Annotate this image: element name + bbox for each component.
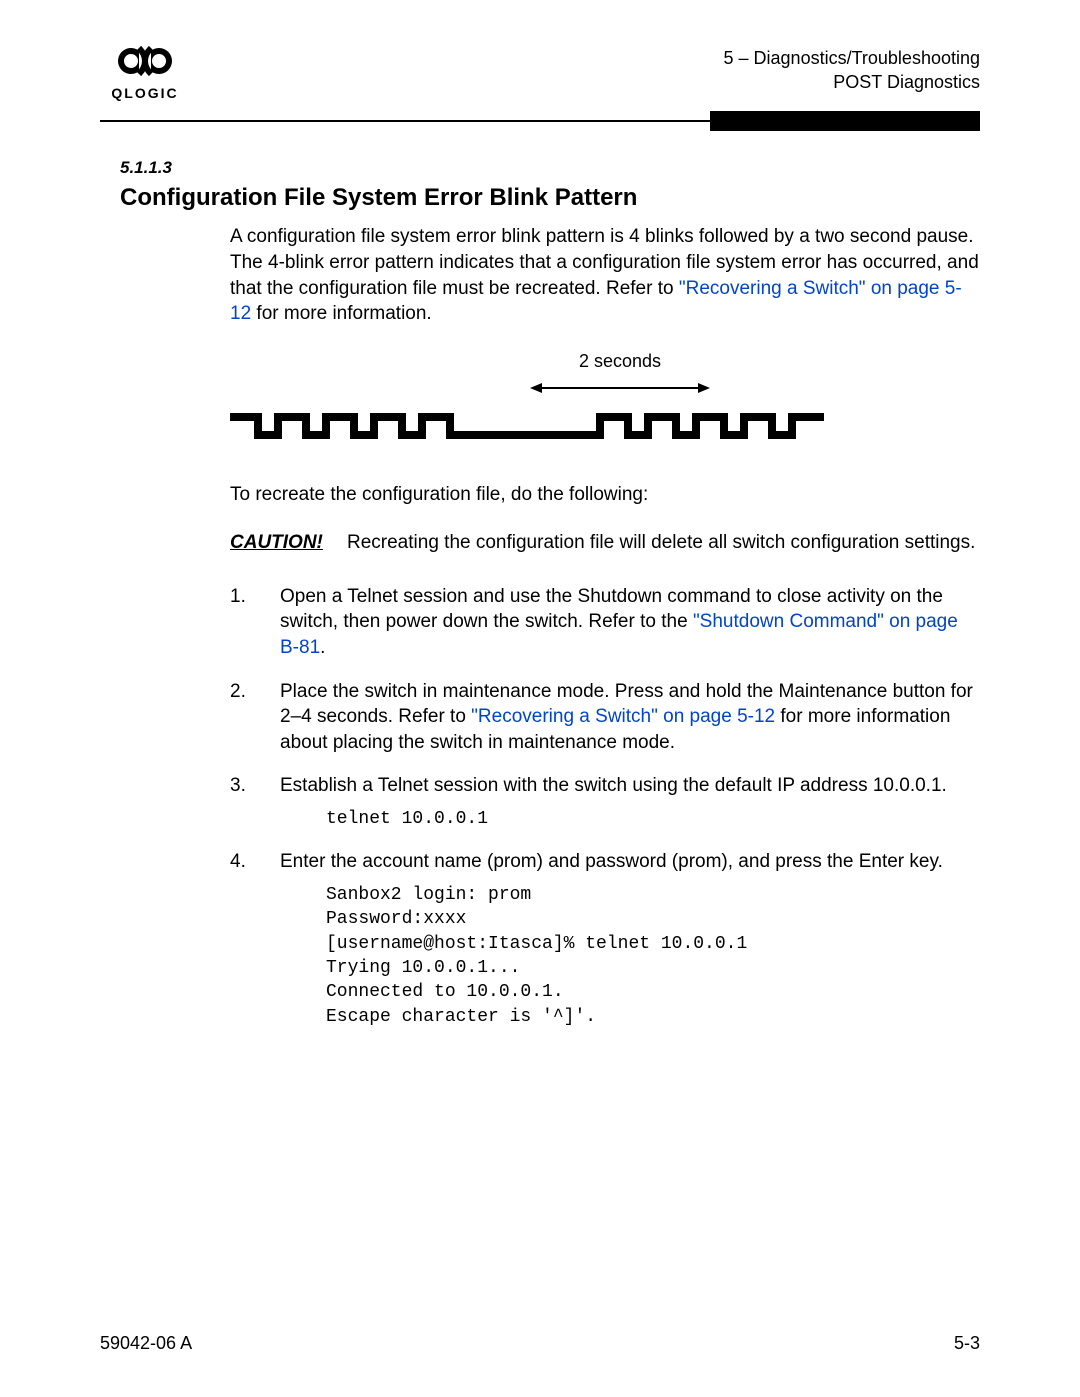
step-1: Open a Telnet session and use the Shutdo… bbox=[230, 584, 980, 661]
qlogic-logo-icon bbox=[110, 40, 180, 82]
blink-pattern-diagram: 2 seconds bbox=[230, 349, 980, 453]
header-rule bbox=[100, 111, 980, 131]
section-title: Configuration File System Error Blink Pa… bbox=[120, 182, 980, 214]
steps-list: Open a Telnet session and use the Shutdo… bbox=[230, 584, 980, 1029]
step-2: Place the switch in maintenance mode. Pr… bbox=[230, 679, 980, 756]
step-3-code: telnet 10.0.0.1 bbox=[326, 807, 980, 831]
blink-waveform-icon bbox=[230, 405, 870, 445]
diagram-label: 2 seconds bbox=[230, 349, 980, 373]
page-header: QLOGIC 5 – Diagnostics/Troubleshooting P… bbox=[100, 40, 980, 103]
brand-logo-text: QLOGIC bbox=[100, 84, 190, 103]
step-3: Establish a Telnet session with the swit… bbox=[230, 773, 980, 831]
caution-label: CAUTION! bbox=[230, 530, 325, 556]
step-4: Enter the account name (prom) and passwo… bbox=[230, 849, 980, 1028]
step-1-text-b: . bbox=[320, 637, 325, 658]
recreate-intro: To recreate the configuration file, do t… bbox=[230, 482, 980, 508]
link-recovering-switch-2[interactable]: "Recovering a Switch" on page 5-12 bbox=[471, 706, 775, 727]
step-3-text-a: Establish a Telnet session with the swit… bbox=[280, 775, 947, 796]
header-chapter: 5 – Diagnostics/Troubleshooting bbox=[724, 46, 980, 70]
footer-page-number: 5-3 bbox=[954, 1331, 980, 1355]
diagram-arrow bbox=[230, 377, 980, 403]
caution-text: Recreating the configuration file will d… bbox=[347, 530, 980, 556]
header-titles: 5 – Diagnostics/Troubleshooting POST Dia… bbox=[724, 46, 980, 95]
header-section: POST Diagnostics bbox=[724, 70, 980, 94]
caution-block: CAUTION! Recreating the configuration fi… bbox=[230, 530, 980, 556]
brand-logo: QLOGIC bbox=[100, 40, 190, 103]
intro-paragraph: A configuration file system error blink … bbox=[230, 224, 980, 327]
section-number: 5.1.1.3 bbox=[120, 157, 980, 180]
footer-doc-id: 59042-06 A bbox=[100, 1331, 192, 1355]
intro-text-b: for more information. bbox=[251, 303, 432, 324]
page-footer: 59042-06 A 5-3 bbox=[100, 1331, 980, 1355]
step-4-text-a: Enter the account name (prom) and passwo… bbox=[280, 851, 943, 872]
step-4-code: Sanbox2 login: prom Password:xxxx [usern… bbox=[326, 883, 980, 1029]
